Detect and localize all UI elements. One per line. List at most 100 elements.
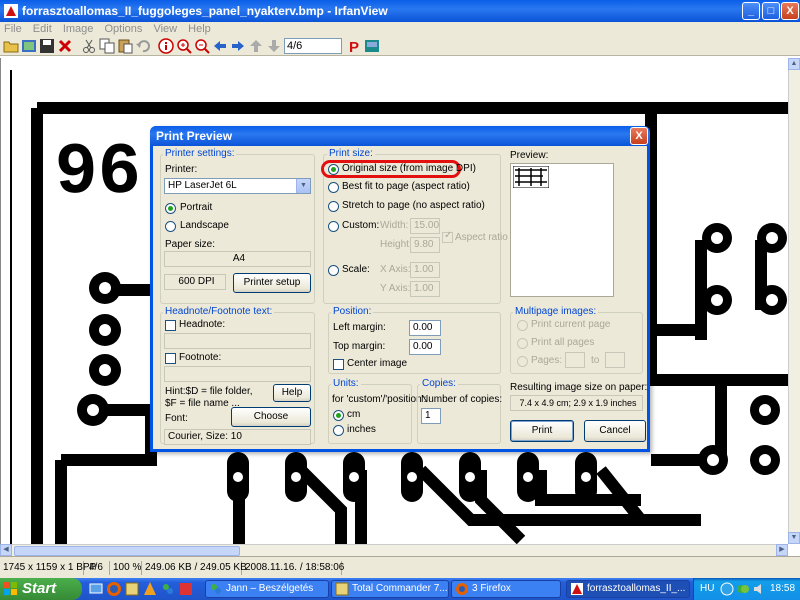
top-margin-field[interactable]: 0.00: [409, 339, 441, 355]
height-field[interactable]: 9.80: [410, 237, 440, 253]
first-page-icon[interactable]: [248, 38, 264, 54]
menu-image[interactable]: Image: [59, 22, 98, 36]
info-icon[interactable]: [158, 38, 174, 54]
firefox-icon: [456, 583, 468, 595]
minimize-button[interactable]: _: [742, 2, 760, 20]
delete-icon[interactable]: [57, 38, 73, 54]
page-number-field[interactable]: 4/6: [284, 38, 342, 54]
footnote-field[interactable]: [164, 366, 311, 382]
multipage-label: Multipage images:: [513, 306, 599, 317]
messenger-tray-icon[interactable]: [736, 582, 750, 596]
print-preview-dialog: Print Preview X Printer settings: Printe…: [150, 126, 650, 452]
best-fit-label: Best fit to page (aspect ratio): [342, 181, 470, 192]
print-current-page-radio[interactable]: [517, 320, 528, 331]
quicklaunch-desktop-icon[interactable]: [88, 581, 104, 597]
scale-radio[interactable]: [328, 265, 339, 276]
copy-icon[interactable]: [99, 38, 115, 54]
close-button[interactable]: X: [781, 2, 799, 20]
zoom-in-icon[interactable]: [176, 38, 192, 54]
printer-settings-label: Printer settings:: [163, 148, 237, 159]
menu-help[interactable]: Help: [184, 22, 215, 36]
maximize-button[interactable]: □: [762, 2, 780, 20]
pages-from-field[interactable]: [565, 352, 585, 368]
last-page-icon[interactable]: [266, 38, 282, 54]
printer-value: HP LaserJet 6L: [168, 180, 237, 191]
paint-icon[interactable]: [364, 38, 380, 54]
custom-radio[interactable]: [328, 221, 339, 232]
preview-label: Preview:: [510, 150, 549, 161]
menu-file[interactable]: File: [0, 22, 26, 36]
menu-view[interactable]: View: [149, 22, 181, 36]
vertical-scrollbar[interactable]: ▲ ▼: [788, 58, 800, 544]
stretch-radio[interactable]: [328, 201, 339, 212]
taskbar-item-total-commander[interactable]: Total Commander 7....: [331, 580, 449, 598]
dialog-titlebar: Print Preview X: [150, 126, 650, 146]
inches-radio[interactable]: [333, 425, 344, 436]
horizontal-scroll-thumb[interactable]: [14, 546, 240, 556]
next-arrow-icon[interactable]: [230, 38, 246, 54]
quicklaunch-app-icon[interactable]: [178, 581, 194, 597]
save-icon[interactable]: [39, 38, 55, 54]
volume-icon[interactable]: [752, 582, 766, 596]
choose-font-button[interactable]: Choose: [231, 407, 311, 427]
portrait-radio[interactable]: [165, 203, 176, 214]
footnote-checkbox[interactable]: [165, 353, 176, 364]
quicklaunch-messenger-icon[interactable]: [160, 581, 176, 597]
print-p-icon[interactable]: P: [346, 38, 362, 54]
best-fit-radio[interactable]: [328, 182, 339, 193]
pages-range-radio[interactable]: [517, 356, 528, 367]
cancel-button[interactable]: Cancel: [584, 420, 646, 442]
cm-label: cm: [347, 409, 361, 420]
thumbnails-icon[interactable]: [21, 38, 37, 54]
zoom-out-icon[interactable]: [194, 38, 210, 54]
undo-icon[interactable]: [135, 38, 151, 54]
custom-label: Custom:: [342, 220, 380, 231]
scroll-left-arrow[interactable]: ◀: [0, 544, 12, 556]
start-button[interactable]: Start: [0, 578, 82, 600]
horizontal-scrollbar[interactable]: ◀ ▶: [0, 544, 788, 556]
center-image-checkbox[interactable]: [333, 359, 344, 370]
open-folder-icon[interactable]: [3, 38, 19, 54]
pages-to-field[interactable]: [605, 352, 625, 368]
landscape-radio[interactable]: [165, 221, 176, 232]
aspect-ratio-checkbox[interactable]: [442, 230, 453, 243]
previous-arrow-icon[interactable]: [212, 38, 228, 54]
font-value: Courier, Size: 10: [164, 429, 311, 445]
headnote-label: Headnote:: [179, 319, 226, 330]
left-margin-field[interactable]: 0.00: [409, 320, 441, 336]
pages-label: Pages:: [531, 355, 563, 366]
quicklaunch-winamp-icon[interactable]: [142, 581, 158, 597]
headnote-field[interactable]: [164, 333, 311, 349]
dialog-title: Print Preview: [156, 129, 233, 143]
y-axis-field[interactable]: 1.00: [410, 281, 440, 297]
language-indicator[interactable]: HU: [700, 583, 714, 594]
cut-icon[interactable]: [81, 38, 97, 54]
taskbar-item-firefox[interactable]: 3 Firefox: [451, 580, 561, 598]
print-button[interactable]: Print: [510, 420, 574, 442]
printer-select[interactable]: HP LaserJet 6L ▼: [164, 178, 311, 194]
quicklaunch-firefox-icon[interactable]: [106, 581, 122, 597]
help-button[interactable]: Help: [273, 384, 311, 402]
menu-edit[interactable]: Edit: [29, 22, 56, 36]
original-size-radio[interactable]: [328, 164, 339, 175]
stretch-label: Stretch to page (no aspect ratio): [342, 200, 485, 211]
width-field[interactable]: 15.00: [410, 218, 440, 234]
print-all-pages-radio[interactable]: [517, 338, 528, 349]
scroll-right-arrow[interactable]: ▶: [776, 544, 788, 556]
quicklaunch-total-commander-icon[interactable]: [124, 581, 140, 597]
x-axis-field[interactable]: 1.00: [410, 262, 440, 278]
menu-options[interactable]: Options: [100, 22, 146, 36]
printer-setup-button[interactable]: Printer setup: [233, 273, 311, 293]
headnote-checkbox[interactable]: [165, 320, 176, 331]
taskbar-item-irfanview[interactable]: forrasztoallomas_II_...: [566, 580, 690, 598]
scroll-down-arrow[interactable]: ▼: [788, 532, 800, 544]
scroll-up-arrow[interactable]: ▲: [788, 58, 800, 70]
copies-field[interactable]: 1: [421, 408, 441, 424]
cm-radio[interactable]: [333, 410, 344, 421]
paste-icon[interactable]: [117, 38, 133, 54]
y-axis-label: Y Axis:: [380, 283, 411, 294]
clock[interactable]: 18:58: [770, 583, 795, 594]
taskbar-item-jann[interactable]: Jann – Beszélgetés: [205, 580, 329, 598]
network-icon[interactable]: [720, 582, 734, 596]
dialog-close-button[interactable]: X: [630, 127, 648, 145]
